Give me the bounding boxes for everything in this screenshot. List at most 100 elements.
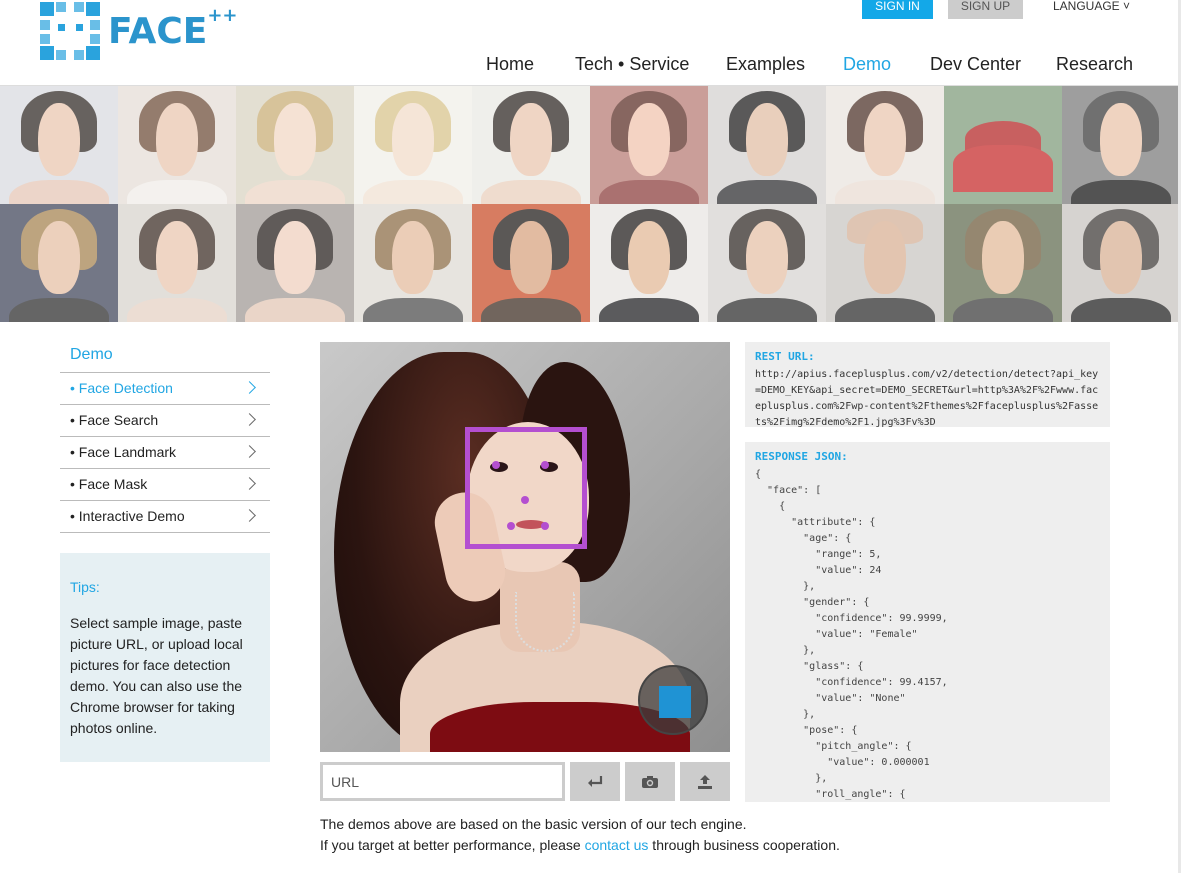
demo-photo xyxy=(320,342,730,752)
json-line: "gender": { xyxy=(755,597,870,608)
face-detection-box xyxy=(465,427,587,549)
landmark-mouth-left xyxy=(507,522,515,530)
sample-face-image[interactable] xyxy=(236,86,354,204)
nav-tech-service[interactable]: Tech • Service xyxy=(575,54,689,75)
rest-url-panel: REST URL: http://apius.faceplusplus.com/… xyxy=(745,342,1110,427)
sample-face-image[interactable] xyxy=(708,204,826,322)
sample-face-image[interactable] xyxy=(354,204,472,322)
sample-face-image[interactable] xyxy=(1062,204,1180,322)
json-line: "age": { xyxy=(755,533,852,544)
sign-in-button[interactable]: SIGN IN xyxy=(862,0,933,19)
upload-icon xyxy=(698,774,712,789)
tips-box: Tips: Select sample image, paste picture… xyxy=(60,553,270,762)
nav-research[interactable]: Research xyxy=(1056,54,1133,75)
json-line: }, xyxy=(755,709,816,720)
sample-face-image[interactable] xyxy=(354,86,472,204)
sidebar-item-label: • Face Detection xyxy=(70,380,173,396)
json-line: { xyxy=(755,469,762,480)
tips-title: Tips: xyxy=(70,579,100,595)
sample-face-image[interactable] xyxy=(1062,86,1180,204)
nav-home[interactable]: Home xyxy=(486,54,534,75)
json-line: "attribute": { xyxy=(755,517,876,528)
chevron-right-icon xyxy=(243,509,256,522)
sidebar-item-label: • Face Search xyxy=(70,412,159,428)
contact-us-link[interactable]: contact us xyxy=(585,837,649,853)
json-line: "value": "None" xyxy=(755,693,906,704)
sample-face-image[interactable] xyxy=(944,86,1062,204)
logo-mark-icon xyxy=(40,2,100,60)
sample-face-image[interactable] xyxy=(118,86,236,204)
json-line: "pitch_angle": { xyxy=(755,741,912,752)
sample-face-image[interactable] xyxy=(826,204,944,322)
landmark-left-eye xyxy=(492,461,500,469)
json-line: "confidence": 99.4157, xyxy=(755,677,948,688)
rest-url-text: http://apius.faceplusplus.com/v2/detecti… xyxy=(755,369,1099,427)
json-line: "roll_angle": { xyxy=(755,789,906,800)
json-line: "confidence": 99.9999, xyxy=(755,613,948,624)
sample-face-image[interactable] xyxy=(118,204,236,322)
json-line: }, xyxy=(755,773,828,784)
demo-note: The demos above are based on the basic v… xyxy=(320,814,840,856)
language-dropdown[interactable]: LANGUAGE ˅ xyxy=(1053,0,1130,12)
enter-icon xyxy=(588,775,603,787)
sample-face-image[interactable] xyxy=(590,204,708,322)
sidebar-item-face-search[interactable]: • Face Search xyxy=(60,405,270,437)
chevron-right-icon xyxy=(243,477,256,490)
camera-icon xyxy=(642,775,658,788)
landmark-right-eye xyxy=(541,461,549,469)
chevron-right-icon xyxy=(243,445,256,458)
rest-url-title: REST URL: xyxy=(755,350,815,363)
site-header: FACE++ SIGN IN SIGN UP LANGUAGE ˅ Home T… xyxy=(0,0,1181,86)
json-line: "range": 5, xyxy=(755,549,882,560)
response-json-panel[interactable]: RESPONSE JSON: { "face": [ { "attribute"… xyxy=(745,442,1110,802)
chevron-right-icon xyxy=(243,413,256,426)
submit-url-button[interactable] xyxy=(570,762,620,801)
landmark-mouth-right xyxy=(541,522,549,530)
chevron-right-icon xyxy=(243,381,256,394)
nav-demo[interactable]: Demo xyxy=(843,54,891,75)
upload-button[interactable] xyxy=(680,762,730,801)
sample-face-image[interactable] xyxy=(472,204,590,322)
faceplusplus-logo[interactable]: FACE++ xyxy=(40,2,238,60)
stop-icon xyxy=(659,686,691,718)
sidebar-item-label: • Face Landmark xyxy=(70,444,177,460)
sample-face-image[interactable] xyxy=(0,204,118,322)
sidebar-item-face-mask[interactable]: • Face Mask xyxy=(60,469,270,501)
sample-face-image[interactable] xyxy=(0,86,118,204)
sidebar-item-interactive-demo[interactable]: • Interactive Demo xyxy=(60,501,270,533)
json-line: "value": 0.000001 xyxy=(755,757,930,768)
json-line: "face": [ xyxy=(755,485,822,496)
sidebar-item-label: • Face Mask xyxy=(70,476,148,492)
response-json-body: { "face": [ { "attribute": { "age": { "r… xyxy=(755,467,1100,802)
landmark-nose xyxy=(521,496,529,504)
sample-face-image[interactable] xyxy=(708,86,826,204)
sidebar-item-face-landmark[interactable]: • Face Landmark xyxy=(60,437,270,469)
sample-face-image[interactable] xyxy=(590,86,708,204)
url-input[interactable] xyxy=(320,762,565,801)
json-line: "glass": { xyxy=(755,661,864,672)
sidebar-title: Demo xyxy=(70,346,113,363)
note-line-2: If you target at better performance, ple… xyxy=(320,837,840,853)
json-line: "value": "Female" xyxy=(755,629,918,640)
sample-face-image[interactable] xyxy=(826,86,944,204)
nav-examples[interactable]: Examples xyxy=(726,54,805,75)
camera-button[interactable] xyxy=(625,762,675,801)
nav-dev-center[interactable]: Dev Center xyxy=(930,54,1021,75)
sample-face-image[interactable] xyxy=(472,86,590,204)
sample-face-image[interactable] xyxy=(944,204,1062,322)
sign-up-button[interactable]: SIGN UP xyxy=(948,0,1023,19)
json-line: }, xyxy=(755,645,816,656)
json-line: "pose": { xyxy=(755,725,858,736)
logo-text: FACE++ xyxy=(108,4,238,52)
tips-text: Select sample image, paste picture URL, … xyxy=(70,615,243,736)
json-line: "value": 24 xyxy=(755,565,882,576)
sidebar-item-label: • Interactive Demo xyxy=(70,508,185,524)
json-line: { xyxy=(755,501,786,512)
sample-faces-grid xyxy=(0,86,1181,322)
sidebar-item-face-detection[interactable]: • Face Detection xyxy=(60,373,270,405)
response-json-title: RESPONSE JSON: xyxy=(755,450,848,463)
note-line-1: The demos above are based on the basic v… xyxy=(320,816,747,832)
capture-button[interactable] xyxy=(638,665,708,735)
demo-menu: • Face Detection • Face Search • Face La… xyxy=(60,372,270,533)
sample-face-image[interactable] xyxy=(236,204,354,322)
